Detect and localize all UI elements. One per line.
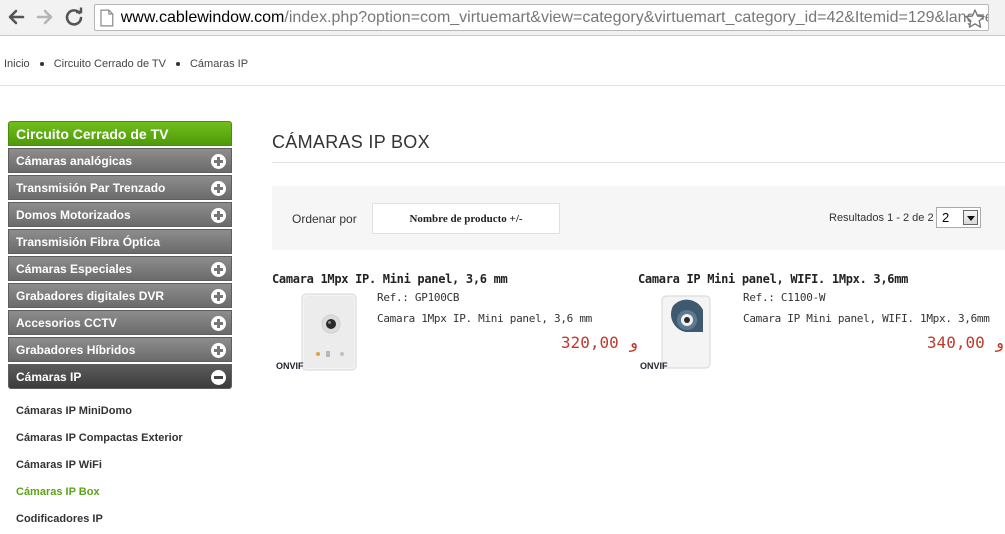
product-description: Camara IP Mini panel, WIFI. 1Mpx. 3,6mm: [743, 312, 990, 325]
sidebar-item-label: Transmisión Par Trenzado: [16, 180, 166, 195]
product-price: 340,00 ﻭ: [926, 333, 1005, 352]
dropdown-arrow-icon[interactable]: [963, 210, 978, 225]
product-image[interactable]: ONVIF: [274, 292, 362, 374]
page-title: CÁMARAS IP BOX: [272, 132, 430, 152]
product-description: Camara 1Mpx IP. Mini panel, 3,6 mm: [377, 312, 592, 325]
collapse-minus-icon[interactable]: [211, 370, 226, 385]
expand-plus-icon[interactable]: [211, 262, 226, 277]
sidebar-item-label: Domos Motorizados: [16, 207, 131, 222]
sidebar-heading[interactable]: Circuito Cerrado de TV: [8, 121, 232, 146]
expand-plus-icon[interactable]: [211, 181, 226, 196]
subitem-ip-compact-outdoor[interactable]: Cámaras IP Compactas Exterior: [8, 424, 232, 451]
order-by-label: Ordenar por: [292, 212, 357, 226]
onvif-logo-text: ONVIF: [276, 361, 304, 371]
sidebar-item-twisted-pair[interactable]: Transmisión Par Trenzado: [8, 175, 232, 200]
page-icon: [100, 9, 114, 26]
subitem-ip-wifi[interactable]: Cámaras IP WiFi: [8, 451, 232, 478]
onvif-logo-text: ONVIF: [640, 361, 668, 371]
sidebar-item-hybrid-recorders[interactable]: Grabadores Híbridos: [8, 337, 232, 362]
expand-plus-icon[interactable]: [211, 289, 226, 304]
breadcrumb: Inicio Circuito Cerrado de TV Cámaras IP: [4, 57, 248, 71]
per-page-value: 2: [942, 210, 950, 225]
results-count: Resultados 1 - 2 de 2: [829, 212, 934, 224]
sidebar-item-label: Cámaras analógicas: [16, 153, 133, 168]
expand-plus-icon[interactable]: [211, 154, 226, 169]
product-price: 320,00 ﻭ: [560, 333, 639, 352]
expand-plus-icon[interactable]: [211, 316, 226, 331]
camera-wifi-icon: ONVIF: [640, 295, 711, 371]
sidebar-item-fiber-optic[interactable]: Transmisión Fibra Óptica: [8, 229, 232, 254]
sidebar-item-label: Transmisión Fibra Óptica: [16, 234, 161, 249]
header-divider: [0, 85, 1005, 86]
category-sidebar: Circuito Cerrado de TV Cámaras analógica…: [8, 121, 232, 532]
per-page-select[interactable]: 2: [936, 207, 981, 228]
forward-arrow-icon[interactable]: [34, 6, 56, 28]
address-bar[interactable]: www.cablewindow.com/index.php?option=com…: [94, 4, 989, 31]
sidebar-item-cctv-accessories[interactable]: Accesorios CCTV: [8, 310, 232, 335]
expand-plus-icon[interactable]: [211, 208, 226, 223]
order-by-button[interactable]: Nombre de producto +/-: [372, 203, 560, 234]
browser-toolbar: www.cablewindow.com/index.php?option=com…: [0, 0, 1005, 36]
sidebar-item-special-cameras[interactable]: Cámaras Especiales: [8, 256, 232, 281]
product-ref: Ref.: C1100-W: [743, 291, 826, 304]
sidebar-item-analog-cameras[interactable]: Cámaras analógicas: [8, 148, 232, 173]
bookmark-star-icon[interactable]: [964, 8, 986, 30]
ip-cameras-submenu: Cámaras IP MiniDomo Cámaras IP Compactas…: [8, 397, 232, 532]
category-content: CÁMARAS IP BOX Ordenar por Nombre de pro…: [272, 122, 1005, 374]
url-text: www.cablewindow.com/index.php?option=com…: [120, 8, 988, 26]
sidebar-item-label: Cámaras Especiales: [16, 261, 133, 276]
camera-panel-icon: ONVIF: [276, 293, 357, 371]
sidebar-item-label: Cámaras IP: [16, 369, 82, 384]
sidebar-item-label: Accesorios CCTV: [16, 315, 117, 330]
back-arrow-icon[interactable]: [5, 6, 27, 28]
breadcrumb-separator-icon: [39, 62, 44, 66]
breadcrumb-separator-icon: [175, 62, 180, 66]
reload-icon[interactable]: [63, 6, 85, 28]
sidebar-item-label: Grabadores Híbridos: [16, 342, 136, 357]
subitem-ip-box[interactable]: Cámaras IP Box: [8, 478, 232, 505]
subitem-ip-encoders[interactable]: Codificadores IP: [8, 505, 232, 532]
sidebar-item-label: Grabadores digitales DVR: [16, 288, 165, 303]
breadcrumb-cctv-link[interactable]: Circuito Cerrado de TV: [54, 58, 166, 70]
product-ref: Ref.: GP100CB: [377, 291, 460, 304]
listing-toolbar: Ordenar por Nombre de producto +/- Resul…: [272, 186, 1005, 250]
expand-plus-icon[interactable]: [211, 343, 226, 358]
subitem-ip-minidome[interactable]: Cámaras IP MiniDomo: [8, 397, 232, 424]
breadcrumb-ip-cameras-link[interactable]: Cámaras IP: [190, 58, 248, 70]
product-card: Camara 1Mpx IP. Mini panel, 3,6 mm ONVIF…: [272, 272, 639, 382]
product-name-link[interactable]: Camara 1Mpx IP. Mini panel, 3,6 mm: [272, 272, 638, 286]
product-image[interactable]: ONVIF: [640, 292, 728, 374]
sidebar-item-motorized-domes[interactable]: Domos Motorizados: [8, 202, 232, 227]
product-card: Camara IP Mini panel, WIFI. 1Mpx. 3,6mm …: [638, 272, 1005, 382]
product-name-link[interactable]: Camara IP Mini panel, WIFI. 1Mpx. 3,6mm: [638, 272, 1004, 286]
breadcrumb-home-link[interactable]: Inicio: [4, 58, 30, 70]
sidebar-item-dvr-recorders[interactable]: Grabadores digitales DVR: [8, 283, 232, 308]
title-divider: [272, 162, 1005, 163]
sidebar-item-ip-cameras[interactable]: Cámaras IP: [8, 364, 232, 389]
